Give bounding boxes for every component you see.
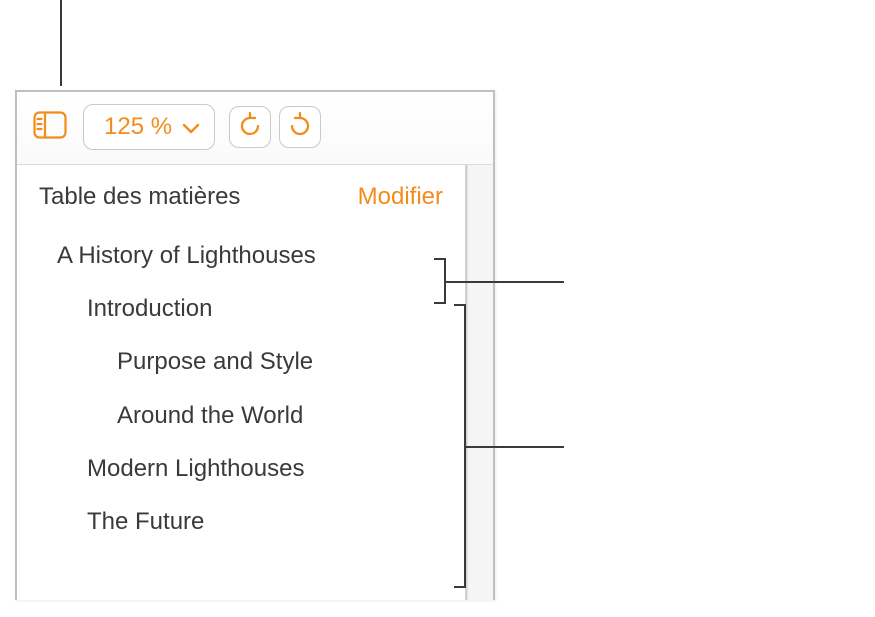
undo-button[interactable] bbox=[229, 106, 271, 148]
redo-button[interactable] bbox=[279, 106, 321, 148]
document-page-edge bbox=[467, 165, 493, 600]
sidebar-toggle-button[interactable] bbox=[31, 108, 69, 146]
toc-item-label: Purpose and Style bbox=[117, 348, 313, 375]
body-area: Table des matières Modifier A History of… bbox=[17, 165, 493, 600]
toc-item[interactable]: The Future bbox=[17, 495, 465, 548]
history-buttons bbox=[229, 106, 321, 148]
toc-item-label: Introduction bbox=[87, 295, 212, 322]
zoom-value: 125 % bbox=[104, 113, 172, 141]
chevron-down-icon bbox=[182, 113, 200, 141]
toc-item-label: Modern Lighthouses bbox=[87, 455, 304, 482]
toc-edit-button[interactable]: Modifier bbox=[358, 183, 443, 211]
toc-item[interactable]: Around the World bbox=[17, 389, 465, 442]
toc-item[interactable]: A History of Lighthouses bbox=[17, 229, 465, 282]
toc-header: Table des matières Modifier bbox=[17, 175, 465, 225]
zoom-select[interactable]: 125 % bbox=[83, 104, 215, 150]
toc-item-label: Around the World bbox=[117, 402, 303, 429]
app-window: 125 % bbox=[15, 90, 495, 600]
sidebar-icon bbox=[33, 111, 67, 144]
callout-line-top bbox=[60, 0, 62, 86]
callout-leader bbox=[444, 281, 564, 283]
callout-bracket-toc bbox=[454, 304, 466, 588]
undo-icon bbox=[237, 112, 263, 143]
redo-icon bbox=[287, 112, 313, 143]
toc-title: Table des matières bbox=[39, 183, 240, 211]
toc-item[interactable]: Modern Lighthouses bbox=[17, 442, 465, 495]
toc-item-label: A History of Lighthouses bbox=[57, 242, 316, 269]
callout-bracket-modifier bbox=[434, 258, 446, 304]
toc-sidebar: Table des matières Modifier A History of… bbox=[17, 165, 467, 600]
toc-list: A History of Lighthouses Introduction Pu… bbox=[17, 225, 465, 548]
toc-item-label: The Future bbox=[87, 508, 204, 535]
toc-item[interactable]: Purpose and Style bbox=[17, 335, 465, 388]
callout-leader bbox=[464, 446, 564, 448]
toolbar: 125 % bbox=[17, 92, 493, 165]
toc-item[interactable]: Introduction bbox=[17, 282, 465, 335]
